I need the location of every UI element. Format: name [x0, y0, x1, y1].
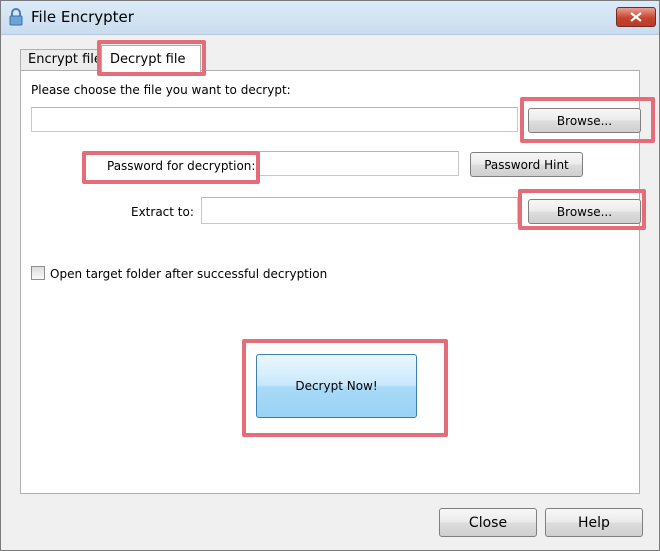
- choose-file-label: Please choose the file you want to decry…: [31, 83, 291, 97]
- decrypt-panel: [20, 70, 640, 494]
- decrypt-file-path-input[interactable]: [31, 107, 518, 132]
- password-hint-button[interactable]: Password Hint: [470, 152, 583, 177]
- close-icon: [630, 12, 642, 22]
- browse-file-button[interactable]: Browse...: [528, 108, 641, 133]
- decrypt-now-button[interactable]: Decrypt Now!: [256, 354, 417, 418]
- extract-path-input[interactable]: [201, 197, 518, 224]
- open-folder-label: Open target folder after successful decr…: [50, 267, 328, 281]
- open-folder-checkbox[interactable]: [31, 266, 45, 280]
- password-label: Password for decryption:: [107, 159, 256, 173]
- title-bar: File Encrypter: [1, 1, 659, 35]
- lock-icon: [8, 8, 24, 26]
- close-button[interactable]: Close: [439, 508, 537, 537]
- browse-extract-button[interactable]: Browse...: [528, 199, 641, 224]
- help-button[interactable]: Help: [545, 508, 643, 537]
- tab-decrypt-file[interactable]: Decrypt file: [101, 45, 201, 72]
- extract-to-label: Extract to:: [131, 205, 194, 219]
- tab-encrypt-file[interactable]: Encrypt file: [20, 49, 104, 71]
- file-encrypter-window: File Encrypter Encrypt file Decrypt file…: [0, 0, 660, 551]
- window-close-button[interactable]: [616, 7, 656, 27]
- password-input[interactable]: [259, 151, 459, 176]
- window-title: File Encrypter: [31, 8, 134, 26]
